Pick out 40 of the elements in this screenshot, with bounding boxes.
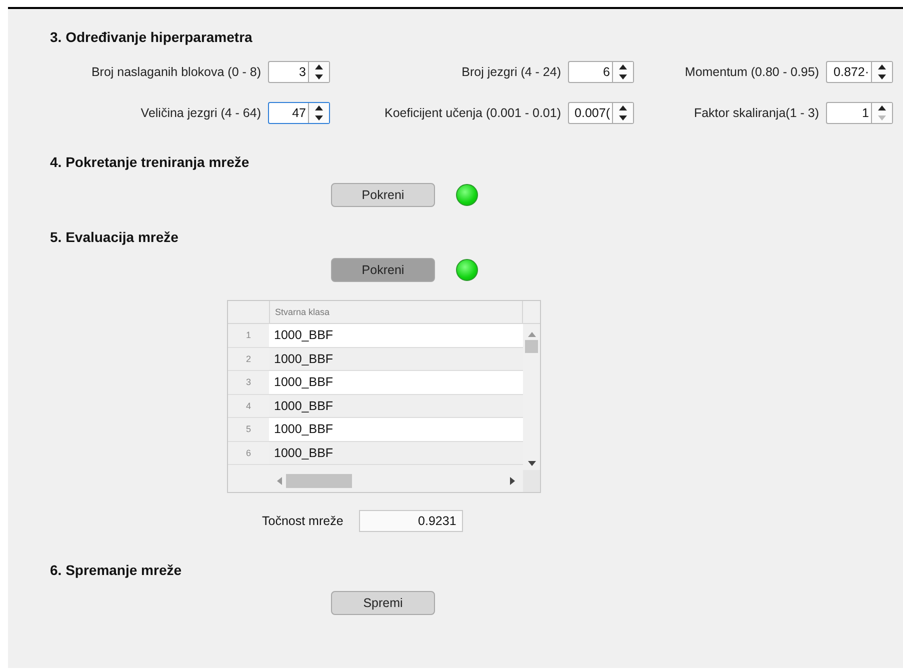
table-cell: 1000_BBF — [269, 371, 523, 394]
down-arrow-icon[interactable] — [877, 74, 887, 80]
section-heading: 3. Određivanje hiperparametra — [50, 28, 254, 46]
spinner-field[interactable]: 1 — [826, 102, 893, 124]
up-arrow-icon[interactable] — [877, 105, 887, 111]
parameter-label: Koeficijent učenja (0.001 - 0.01) — [384, 106, 561, 120]
down-arrow-icon[interactable] — [314, 74, 324, 80]
parameter-label: Momentum (0.80 - 0.95) — [684, 65, 819, 79]
up-arrow-icon[interactable] — [314, 64, 324, 70]
start-button[interactable]: Pokreni — [331, 258, 435, 282]
spinner-field[interactable]: 6 — [568, 61, 634, 83]
column-header: Stvarna klasa — [270, 301, 523, 323]
up-arrow-icon[interactable] — [877, 64, 887, 70]
up-arrow-icon[interactable] — [618, 64, 628, 70]
spinner-field[interactable]: 0.872· — [826, 61, 893, 83]
spinner-field[interactable]: 47 — [268, 102, 330, 124]
section-heading: 6. Spremanje mreže — [50, 561, 183, 579]
down-arrow-icon[interactable] — [314, 115, 324, 121]
up-arrow-icon[interactable] — [314, 105, 324, 111]
down-arrow-icon[interactable] — [618, 74, 628, 80]
scroll-thumb[interactable] — [525, 340, 538, 353]
spinner-field[interactable]: 3 — [268, 61, 330, 83]
start-button[interactable]: Pokreni — [331, 183, 435, 207]
table-cell: 1000_BBF — [269, 418, 523, 440]
save-button[interactable]: Spremi — [331, 591, 435, 615]
up-arrow-icon[interactable] — [618, 105, 628, 111]
parameter-label: Broj naslaganih blokova (0 - 8) — [91, 65, 261, 79]
spinner-field[interactable]: 0.007( — [568, 102, 634, 124]
down-arrow-icon[interactable] — [618, 115, 628, 121]
table-cell: 1000_BBF — [269, 324, 523, 346]
parameter-label: Faktor skaliranja(1 - 3) — [694, 106, 819, 120]
scroll-right-icon[interactable] — [510, 477, 515, 485]
accuracy-field: 0.9231 — [359, 510, 464, 532]
section-heading: 5. Evaluacija mreže — [50, 228, 180, 246]
parameter-label: Veličina jezgri (4 - 64) — [140, 106, 261, 120]
section-heading: 4. Pokretanje treniranja mreže — [50, 153, 250, 171]
scroll-thumb[interactable] — [286, 474, 352, 488]
accuracy-label: Točnost mreže — [262, 514, 344, 528]
scroll-down-icon[interactable] — [528, 461, 536, 466]
parameter-label: Broj jezgri (4 - 24) — [462, 65, 561, 79]
